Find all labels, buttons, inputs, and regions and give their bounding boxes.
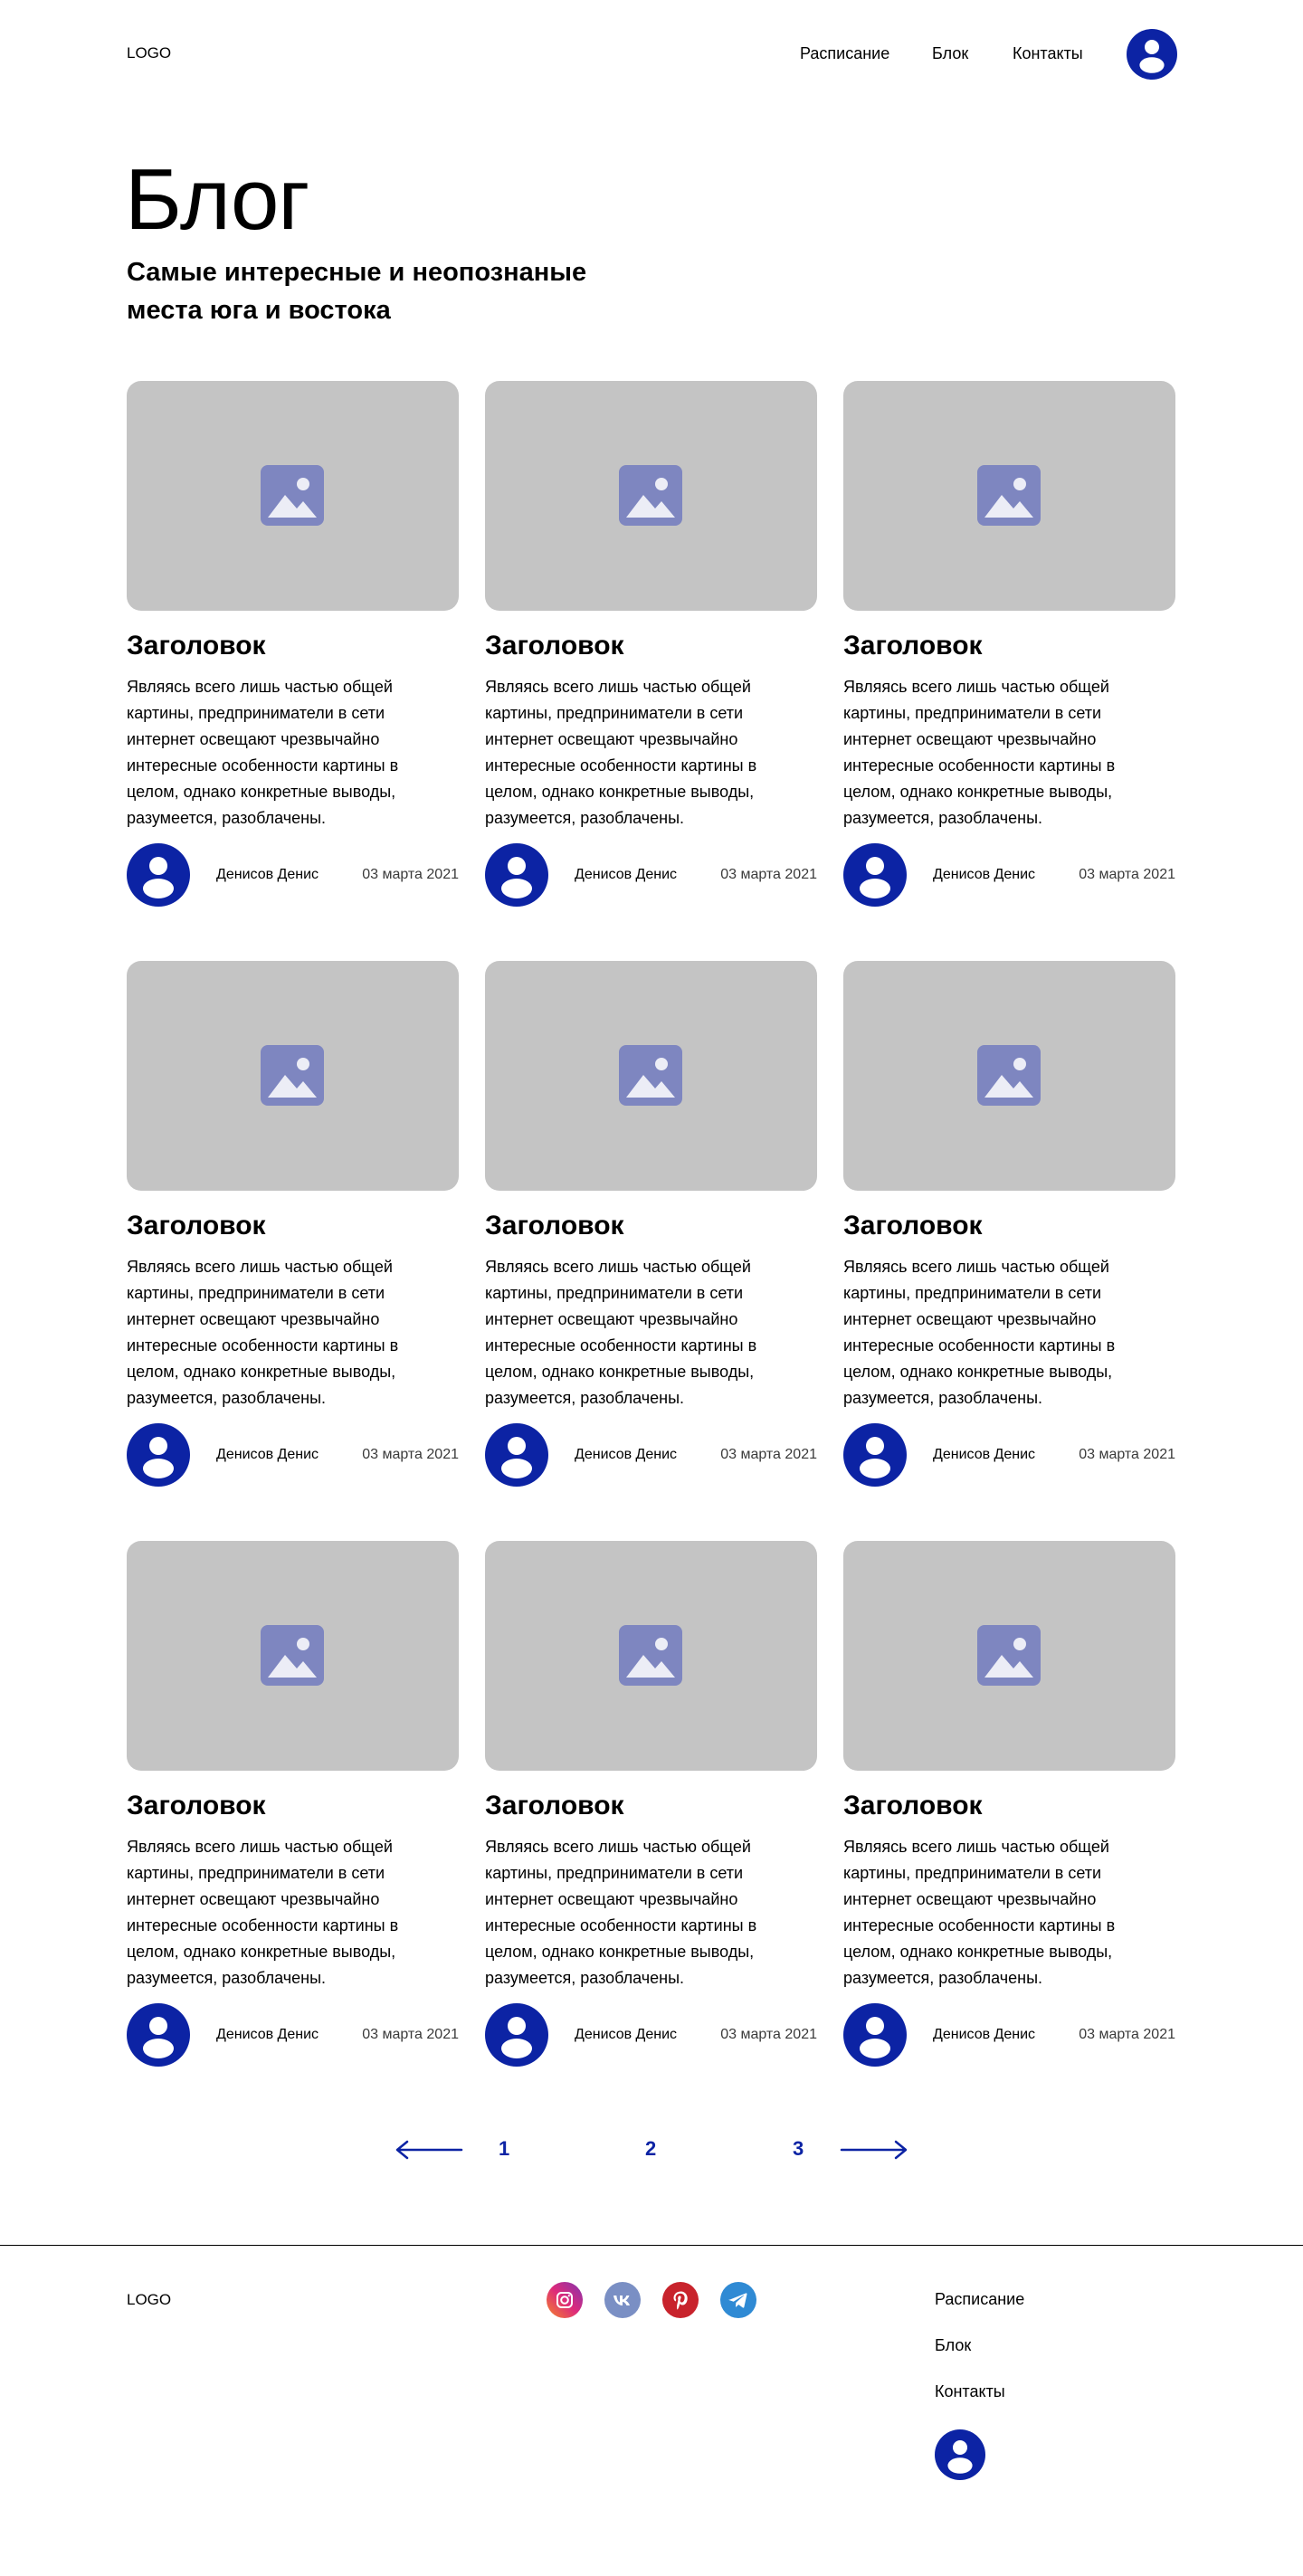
post-author[interactable]: Денисов Денис <box>216 1444 319 1466</box>
post-author[interactable]: Денисов Денис <box>216 2024 319 2046</box>
post-image-placeholder[interactable] <box>485 1541 817 1771</box>
post-author[interactable]: Денисов Денис <box>575 1444 677 1466</box>
post-date: 03 марта 2021 <box>1079 1447 1175 1462</box>
post-title[interactable]: Заголовок <box>127 1788 266 1824</box>
footer-nav-contacts[interactable]: Контакты <box>935 2382 1005 2401</box>
post-date: 03 марта 2021 <box>720 867 817 882</box>
post-title[interactable]: Заголовок <box>485 628 624 664</box>
post-date: 03 марта 2021 <box>720 1447 817 1462</box>
post-title[interactable]: Заголовок <box>127 628 266 664</box>
post-card[interactable]: Заголовок Являясь всего лишь частью общей… <box>127 381 459 907</box>
page-subtitle: Самые интересные и неопознаные места юга… <box>127 253 633 329</box>
author-avatar-icon[interactable] <box>843 843 907 907</box>
author-avatar-icon[interactable] <box>485 843 548 907</box>
post-card[interactable]: Заголовок Являясь всего лишь частью общей… <box>485 1541 817 2067</box>
telegram-icon[interactable] <box>720 2282 756 2318</box>
post-card[interactable]: Заголовок Являясь всего лишь частью общей… <box>127 961 459 1487</box>
header: LOGO Расписание Блок Контакты <box>0 0 1303 107</box>
user-avatar-icon[interactable] <box>1127 29 1177 80</box>
post-card[interactable]: Заголовок Являясь всего лишь частью общей… <box>485 961 817 1487</box>
instagram-icon[interactable] <box>547 2282 583 2318</box>
author-avatar-icon[interactable] <box>843 1423 907 1487</box>
post-author[interactable]: Денисов Денис <box>575 864 677 886</box>
post-title[interactable]: Заголовок <box>843 1208 983 1244</box>
post-image-placeholder[interactable] <box>485 961 817 1191</box>
page-subtitle-line-2: места юга и востока <box>127 296 391 325</box>
post-excerpt: Являясь всего лишь частью общей картины,… <box>843 678 1116 827</box>
post-title[interactable]: Заголовок <box>843 1788 983 1824</box>
footer-divider <box>0 2245 1303 2246</box>
post-title[interactable]: Заголовок <box>485 1208 624 1244</box>
footer-nav-blog[interactable]: Блок <box>935 2336 971 2355</box>
post-date: 03 марта 2021 <box>362 1447 459 1462</box>
vk-icon[interactable] <box>604 2282 641 2318</box>
post-excerpt: Являясь всего лишь частью общей картины,… <box>127 1258 399 1407</box>
post-excerpt: Являясь всего лишь частью общей картины,… <box>843 1838 1116 1987</box>
pinterest-icon[interactable] <box>662 2282 699 2318</box>
post-excerpt: Являясь всего лишь частью общей картины,… <box>485 678 757 827</box>
footer-logo[interactable]: LOGO <box>127 2291 171 2309</box>
post-card[interactable]: Заголовок Являясь всего лишь частью общей… <box>843 381 1175 907</box>
post-card[interactable]: Заголовок Являясь всего лишь частью общей… <box>485 381 817 907</box>
footer-user-avatar-icon[interactable] <box>935 2429 985 2480</box>
arrow-left-icon[interactable] <box>395 2139 463 2161</box>
post-card[interactable]: Заголовок Являясь всего лишь частью общей… <box>127 1541 459 2067</box>
author-avatar-icon[interactable] <box>127 843 190 907</box>
post-author[interactable]: Денисов Денис <box>575 2024 677 2046</box>
post-image-placeholder[interactable] <box>843 1541 1175 1771</box>
post-image-placeholder[interactable] <box>843 961 1175 1191</box>
author-avatar-icon[interactable] <box>485 2003 548 2067</box>
author-avatar-icon[interactable] <box>127 1423 190 1487</box>
post-date: 03 марта 2021 <box>362 867 459 882</box>
page-subtitle-line-1: Самые интересные и неопознаные <box>127 258 587 287</box>
post-author[interactable]: Денисов Денис <box>933 1444 1035 1466</box>
post-excerpt: Являясь всего лишь частью общей картины,… <box>127 1838 399 1987</box>
page-title: Блог <box>125 151 309 248</box>
nav-blog[interactable]: Блок <box>932 44 968 63</box>
page-2-button[interactable]: 2 <box>645 2137 656 2161</box>
post-image-placeholder[interactable] <box>127 1541 459 1771</box>
post-date: 03 марта 2021 <box>362 2027 459 2042</box>
post-title[interactable]: Заголовок <box>485 1788 624 1824</box>
post-date: 03 марта 2021 <box>720 2027 817 2042</box>
nav-contacts[interactable]: Контакты <box>1013 44 1083 63</box>
post-excerpt: Являясь всего лишь частью общей картины,… <box>127 678 399 827</box>
author-avatar-icon[interactable] <box>127 2003 190 2067</box>
post-title[interactable]: Заголовок <box>843 628 983 664</box>
post-excerpt: Являясь всего лишь частью общей картины,… <box>843 1258 1116 1407</box>
post-date: 03 марта 2021 <box>1079 2027 1175 2042</box>
footer-nav-schedule[interactable]: Расписание <box>935 2290 1024 2309</box>
arrow-right-icon[interactable] <box>840 2139 908 2161</box>
post-author[interactable]: Денисов Денис <box>933 2024 1035 2046</box>
post-image-placeholder[interactable] <box>127 961 459 1191</box>
nav-schedule[interactable]: Расписание <box>800 44 889 63</box>
header-logo[interactable]: LOGO <box>127 44 171 62</box>
post-excerpt: Являясь всего лишь частью общей картины,… <box>485 1258 757 1407</box>
post-image-placeholder[interactable] <box>485 381 817 611</box>
post-image-placeholder[interactable] <box>127 381 459 611</box>
post-date: 03 марта 2021 <box>1079 867 1175 882</box>
author-avatar-icon[interactable] <box>843 2003 907 2067</box>
post-author[interactable]: Денисов Денис <box>933 864 1035 886</box>
post-card[interactable]: Заголовок Являясь всего лишь частью общей… <box>843 961 1175 1487</box>
post-card[interactable]: Заголовок Являясь всего лишь частью общей… <box>843 1541 1175 2067</box>
page-1-button[interactable]: 1 <box>499 2137 509 2161</box>
post-title[interactable]: Заголовок <box>127 1208 266 1244</box>
pagination: 1 2 3 <box>0 2128 1303 2172</box>
page-3-button[interactable]: 3 <box>793 2137 804 2161</box>
author-avatar-icon[interactable] <box>485 1423 548 1487</box>
post-author[interactable]: Денисов Денис <box>216 864 319 886</box>
post-excerpt: Являясь всего лишь частью общей картины,… <box>485 1838 757 1987</box>
post-image-placeholder[interactable] <box>843 381 1175 611</box>
